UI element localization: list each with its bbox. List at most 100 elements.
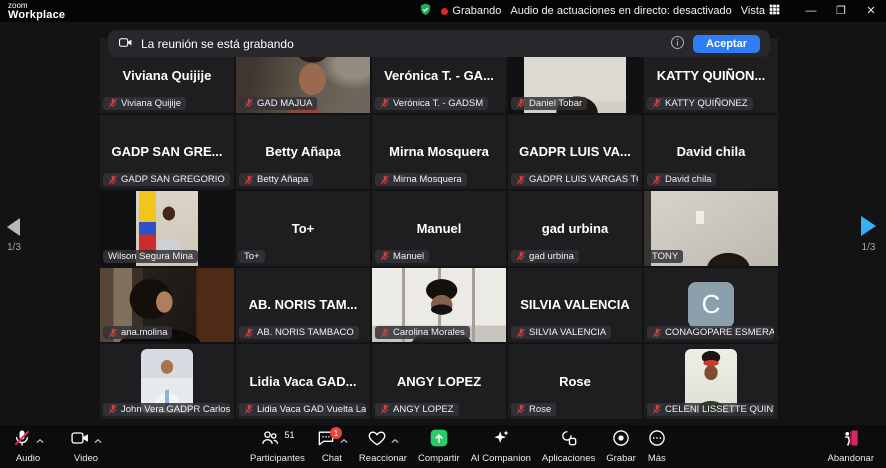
chevron-right-icon: [861, 216, 876, 236]
participant-label-text: Verónica T. - GADSM: [393, 98, 483, 109]
react-options-caret[interactable]: [391, 431, 399, 449]
participant-label-text: ana.molina: [121, 327, 167, 338]
info-icon[interactable]: [670, 35, 685, 53]
participant-label: Rose: [511, 403, 556, 416]
more-icon: [647, 428, 667, 453]
participant-label-text: KATTY QUIÑONEZ: [665, 98, 748, 109]
participant-tile[interactable]: SILVIA VALENCIASILVIA VALENCIA: [508, 268, 642, 343]
toolbar-react-button[interactable]: Reaccionar: [359, 429, 407, 464]
participant-tile[interactable]: Lidia Vaca GAD...Lidia Vaca GAD Vuelta L…: [236, 344, 370, 419]
muted-mic-icon: [380, 404, 390, 414]
participant-tile[interactable]: John Vera GADPR Carlos Con...: [100, 344, 234, 419]
toolbar-more-button[interactable]: Más: [647, 429, 667, 464]
page-indicator-right: 1/3: [862, 242, 876, 253]
participant-label-text: CELENI LISSETTE QUINTERO ...: [665, 404, 774, 415]
participant-tile[interactable]: Betty AñapaBetty Añapa: [236, 115, 370, 190]
participant-label: Lidia Vaca GAD Vuelta Larga: [239, 403, 366, 416]
video-options-caret[interactable]: [94, 431, 102, 449]
recording-dot-icon: [441, 8, 448, 15]
muted-mic-icon: [516, 251, 526, 261]
participant-tile[interactable]: AB. NORIS TAM...AB. NORIS TAMBACO: [236, 268, 370, 343]
encryption-shield-icon: [419, 3, 432, 19]
participant-tile[interactable]: ManuelManuel: [372, 191, 506, 266]
muted-mic-icon: [380, 328, 390, 338]
muted-mic-icon: [244, 404, 254, 414]
toolbar-record-button[interactable]: Grabar: [606, 429, 636, 464]
participant-label-text: To+: [244, 251, 260, 262]
participant-tile[interactable]: Wilson Segura Mina: [100, 191, 234, 266]
participant-label: GAD MAJUA: [239, 97, 317, 110]
muted-mic-icon: [652, 175, 662, 185]
muted-mic-icon: [244, 175, 254, 185]
participant-tile[interactable]: Carolina Morales: [372, 268, 506, 343]
participant-label-text: Daniel Tobar: [529, 98, 582, 109]
meeting-status-cluster: Grabando Audio de actuaciones en directo…: [419, 3, 780, 19]
participant-label-text: Betty Añapa: [257, 174, 308, 185]
toolbar-leave-button[interactable]: Abandonar: [828, 429, 874, 464]
recording-banner: La reunión se está grabando Aceptar: [108, 30, 770, 57]
toolbar-chat-label: Chat: [322, 453, 342, 464]
muted-mic-icon: [108, 98, 118, 108]
participant-tile[interactable]: To+To+: [236, 191, 370, 266]
toolbar-react-label: Reaccionar: [359, 453, 407, 464]
participant-label: KATTY QUIÑONEZ: [647, 97, 753, 110]
participant-tile[interactable]: GADP SAN GRE...GADP SAN GREGORIO: [100, 115, 234, 190]
toolbar-participants-button[interactable]: 51 Participantes: [250, 429, 305, 464]
toolbar-share-label: Compartir: [418, 453, 460, 464]
participant-label: AB. NORIS TAMBACO: [239, 326, 359, 339]
toolbar-ai-companion-label: AI Companion: [471, 453, 531, 464]
toolbar-chat-button[interactable]: 1Chat: [316, 429, 348, 464]
muted-mic-icon: [380, 175, 390, 185]
muted-mic-icon: [380, 251, 390, 261]
participant-tile[interactable]: RoseRose: [508, 344, 642, 419]
participant-label: SILVIA VALENCIA: [511, 326, 611, 339]
participant-label: Carolina Morales: [375, 326, 470, 339]
toolbar-ai-companion-button[interactable]: AI Companion: [471, 429, 531, 464]
view-button[interactable]: Vista: [741, 4, 780, 18]
muted-mic-icon: [516, 328, 526, 338]
mic-muted-icon: [12, 428, 32, 453]
participant-tile[interactable]: CELENI LISSETTE QUINTERO ...: [644, 344, 778, 419]
leave-door-icon: [841, 428, 861, 453]
participant-label: Daniel Tobar: [511, 97, 587, 110]
toolbar-apps-button[interactable]: Aplicaciones: [542, 429, 595, 464]
muted-mic-icon: [108, 328, 118, 338]
gallery-prev-page[interactable]: 1/3: [7, 218, 21, 253]
gallery-next-page[interactable]: 1/3: [861, 216, 876, 253]
participant-tile[interactable]: Mirna MosqueraMirna Mosquera: [372, 115, 506, 190]
toolbar-video-button[interactable]: Video: [70, 429, 102, 464]
muted-mic-icon: [380, 98, 390, 108]
minimize-button[interactable]: —: [796, 0, 826, 22]
muted-mic-icon: [108, 404, 118, 414]
close-button[interactable]: ✕: [856, 0, 886, 22]
participant-label-text: Carolina Morales: [393, 327, 465, 338]
heart-icon: [367, 428, 387, 453]
participant-label: John Vera GADPR Carlos Con...: [103, 403, 230, 416]
audio-options-caret[interactable]: [36, 431, 44, 449]
participant-label: GADPR LUIS VARGAS TORRES: [511, 173, 638, 186]
video-camera-icon: [70, 428, 90, 453]
participant-label: Betty Añapa: [239, 173, 313, 186]
participant-tile[interactable]: GADPR LUIS VA...GADPR LUIS VARGAS TORRES: [508, 115, 642, 190]
participant-label-text: AB. NORIS TAMBACO: [257, 327, 354, 338]
toolbar-apps-label: Aplicaciones: [542, 453, 595, 464]
participant-tile[interactable]: David chilaDavid chila: [644, 115, 778, 190]
participant-tile[interactable]: gad urbinagad urbina: [508, 191, 642, 266]
restore-button[interactable]: ❐: [826, 0, 856, 22]
meeting-main-area: La reunión se está grabando Aceptar Vivi…: [0, 22, 886, 425]
toolbar-participants-label: Participantes: [250, 453, 305, 464]
participant-tile[interactable]: ana.molina: [100, 268, 234, 343]
toolbar-share-button[interactable]: Compartir: [418, 429, 460, 464]
muted-mic-icon: [652, 328, 662, 338]
toolbar-record-label: Grabar: [606, 453, 636, 464]
accept-button[interactable]: Aceptar: [693, 35, 760, 53]
chevron-left-icon: [7, 218, 20, 236]
toolbar-audio-button[interactable]: Audio: [12, 429, 44, 464]
participant-label: ANGY LOPEZ: [375, 403, 459, 416]
participant-tile[interactable]: CCONAGOPARE ESMERALDAS: [644, 268, 778, 343]
participant-label-text: David chila: [665, 174, 711, 185]
participant-label: Mirna Mosquera: [375, 173, 467, 186]
participant-tile[interactable]: TONY: [644, 191, 778, 266]
participants-count-badge: 51: [284, 430, 294, 440]
participant-tile[interactable]: ANGY LOPEZANGY LOPEZ: [372, 344, 506, 419]
